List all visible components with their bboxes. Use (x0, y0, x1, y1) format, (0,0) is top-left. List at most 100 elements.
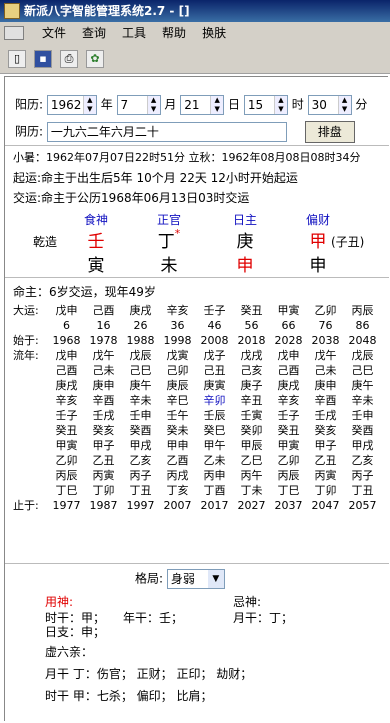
hour-god: 偏财 (305, 213, 330, 227)
annual-row-cell: 甲辰 (240, 439, 263, 452)
annual-row-cell: 庚戌 (277, 379, 300, 392)
annual-row-cell: 壬子 (277, 409, 300, 422)
annual-row-cell: 戊辰 (351, 349, 374, 362)
annual-row: 辛亥 辛酉 辛未 辛巳 辛卯 辛丑 辛亥 辛酉 辛未 (13, 393, 381, 408)
annual-row-cell: 癸未 (166, 424, 189, 437)
annual-row-cell: 戊午 (314, 349, 337, 362)
luck-ages-cell: 26 (133, 319, 148, 332)
day-spinner[interactable]: 21 ▲ ▼ (180, 95, 225, 115)
annual-row-cell: 甲申 (166, 439, 189, 452)
hour-spinner[interactable]: 15 ▲ ▼ (243, 95, 288, 115)
luck-pillars-cell: 癸丑 (240, 304, 263, 317)
luck-start-years-cell: 2038 (311, 334, 340, 347)
annual-row-cell: 乙亥 (351, 454, 374, 467)
annual-row-cell: 庚寅 (203, 379, 226, 392)
annual-row-cell: 壬寅 (240, 409, 263, 422)
new-doc-icon[interactable]: ▯ (8, 49, 26, 68)
annual-row-cell: 丁丑 (129, 484, 152, 497)
annual-row-cell: 己酉 (277, 364, 300, 377)
luck-pillars-cell: 庚戌 (129, 304, 152, 317)
luck-change-info: 交运:命主于公历1968年06月13日03时交运 (13, 191, 250, 205)
menu-tools[interactable]: 工具 (114, 22, 154, 44)
xuliuqin-line-b: 时干 甲：七杀； 偏印； 比肩； (45, 689, 213, 703)
annual-row-cell: 癸亥 (314, 424, 337, 437)
tools-icon[interactable]: ✿ (86, 49, 104, 68)
month-spinner[interactable]: 7 ▲ ▼ (116, 95, 161, 115)
annual-row-cell: 辛酉 (92, 394, 115, 407)
luck-pillars-label: 大运: (13, 304, 39, 317)
annual-row-cell: 壬申 (129, 409, 152, 422)
annual-row-cell: 癸酉 (129, 424, 152, 437)
annual-row-cell: 丙子 (351, 469, 374, 482)
geju-select[interactable]: 身弱 ▼ (166, 569, 225, 589)
annual-row-cell: 甲子 (314, 439, 337, 452)
annual-row-cell: 癸亥 (92, 424, 115, 437)
annual-row-cell: 丁酉 (203, 484, 226, 497)
annual-row-cell: 辛未 (351, 394, 374, 407)
luck-start-years-cell: 2048 (348, 334, 377, 347)
annual-row-cell: 辛酉 (314, 394, 337, 407)
annual-row-cell: 辛卯 (203, 394, 226, 407)
luck-end-years-cell: 1987 (89, 499, 118, 512)
yongshen-label: 用神: (45, 595, 74, 609)
luck-end-years-cell: 1977 (52, 499, 81, 512)
annual-row-cell: 戊寅 (166, 349, 189, 362)
solar-label: 阳历: (15, 97, 44, 112)
menu-query[interactable]: 查询 (74, 22, 114, 44)
luck-start-years-cell: 1988 (126, 334, 155, 347)
annual-row-cell: 壬戌 (92, 409, 115, 422)
annual-row-cell: 丙戌 (166, 469, 189, 482)
annual-row-cell: 壬戌 (314, 409, 337, 422)
annual-row-cell: 癸丑 (55, 424, 78, 437)
void-branches: (子丑) (331, 235, 365, 249)
luck-ages: 6 16 26 36 46 56 66 76 86 (13, 318, 381, 333)
annual-row-cell: 辛未 (129, 394, 152, 407)
annual-row-cell: 辛亥 (55, 394, 78, 407)
luck-pillars-cell: 丙辰 (351, 304, 374, 317)
annual-row-cell: 甲子 (92, 439, 115, 452)
annual-row-cell: 壬辰 (203, 409, 226, 422)
luck-ages-cell: 36 (170, 319, 185, 332)
menu-bar: 文件 查询 工具 帮助 换肤 (0, 22, 390, 44)
year-god: 食神 (83, 213, 108, 227)
luck-pillars-cell: 己酉 (92, 304, 115, 317)
annual-row-cell: 丁亥 (166, 484, 189, 497)
annual-row-cell: 甲寅 (55, 439, 78, 452)
xuliuqin-line-a: 月干 丁：伤官； 正财； 正印； 劫财； (45, 667, 253, 681)
luck-start-years-cell: 2008 (200, 334, 229, 347)
annual-row-cell: 乙亥 (129, 454, 152, 467)
annual-row-cell: 庚午 (129, 379, 152, 392)
annual-row: 丁巳 丁卯 丁丑 丁亥 丁酉 丁未 丁巳 丁卯 丁丑 (13, 483, 381, 498)
day-stem: 庚 (236, 232, 254, 252)
annual-row-cell: 己卯 (166, 364, 189, 377)
chevron-down-icon: ▼ (207, 570, 224, 588)
menu-help[interactable]: 帮助 (154, 22, 194, 44)
luck-end-years: 止于: 1977 1987 1997 2007 2017 2027 2037 2047 2057 (13, 498, 381, 513)
print-icon[interactable]: ⎙ (60, 49, 78, 68)
save-icon[interactable]: ▪ (34, 49, 52, 68)
annual-row-cell: 乙丑 (92, 454, 115, 467)
luck-end-years-cell: 2047 (311, 499, 340, 512)
start-luck-info: 起运:命主于出生后5年 10个月 22天 12小时开始起运 (13, 171, 298, 185)
submit-button[interactable]: 排盘 (304, 121, 355, 143)
system-menu-icon[interactable] (4, 26, 24, 40)
luck-ages-cell: 46 (207, 319, 222, 332)
annual-row-cell: 乙卯 (277, 454, 300, 467)
luck-pillars-cell: 壬子 (203, 304, 226, 317)
annual-row-cell: 己巳 (129, 364, 152, 377)
minute-spinner[interactable]: 30 ▲ ▼ (307, 95, 352, 115)
annual-row: 丙辰 丙寅 丙子 丙戌 丙申 丙午 丙辰 丙寅 丙子 (13, 468, 381, 483)
year-spinner[interactable]: 1962 ▲ ▼ (46, 95, 97, 115)
day-god: 日主 (232, 213, 257, 227)
jishen-label: 忌神: (233, 595, 262, 609)
menu-file[interactable]: 文件 (34, 22, 74, 44)
menu-skin[interactable]: 换肤 (194, 22, 234, 44)
luck-start-years: 始于: 1968 1978 1988 1998 2008 2018 2028 2038 2048 (13, 333, 381, 348)
annual-row-cell: 庚申 (92, 379, 115, 392)
month-stem: 丁* (157, 227, 181, 252)
lunar-input[interactable]: 一九六二年六月二十 (46, 122, 287, 142)
luck-ages-cell: 86 (355, 319, 370, 332)
xuliuqin-label: 虚六亲： (45, 645, 94, 659)
annual-row-cell: 乙巳 (240, 454, 263, 467)
annual-row-cell: 辛亥 (277, 394, 300, 407)
